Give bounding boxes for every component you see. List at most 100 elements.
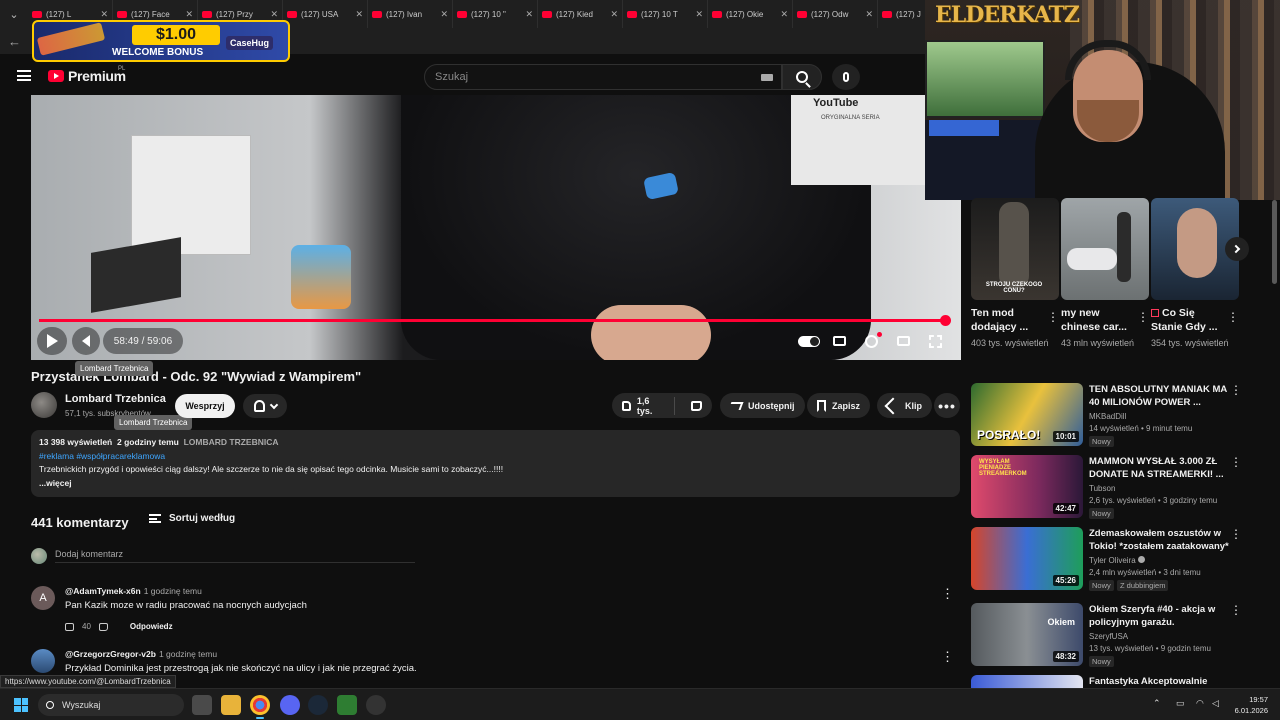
miniplayer-button[interactable]	[891, 329, 915, 353]
video-more-icon[interactable]: ⋮	[1230, 527, 1242, 541]
browser-tab[interactable]: (127) USA ✕	[283, 0, 368, 28]
wifi-icon[interactable]: ◠	[1196, 698, 1204, 709]
tray-chevron-up-icon[interactable]: ⌃	[1153, 698, 1161, 709]
search-button[interactable]	[782, 64, 822, 90]
channel-avatar[interactable]	[31, 392, 57, 418]
file-explorer-icon[interactable]	[221, 695, 241, 715]
browser-tab[interactable]: (127) Ivan ✕	[368, 0, 453, 28]
like-button[interactable]: 1,6 tys.	[612, 393, 668, 418]
thumbs-up-icon[interactable]	[65, 622, 74, 631]
recommended-video[interactable]: Fantastyka Akceptowalnie	[971, 675, 1236, 688]
close-tab-icon[interactable]: ✕	[355, 9, 363, 20]
recommended-video[interactable]: 45:26 Zdemaskowałem oszustów w Tokio! *z…	[971, 527, 1242, 593]
short-thumbnail[interactable]	[1061, 198, 1149, 300]
video-thumbnail[interactable]: WYSYŁAM PIENIĄDZE STREAMERKOM 42:47	[971, 455, 1083, 518]
close-tab-icon[interactable]: ✕	[780, 9, 788, 20]
short-thumbnail[interactable]: STROJU CZEKOGO CONU?	[971, 198, 1059, 300]
video-more-icon[interactable]: ⋮	[1230, 455, 1242, 469]
comment-more-icon[interactable]: ⋮	[941, 649, 954, 665]
video-channel[interactable]: Tyler Oliveira	[1089, 556, 1145, 565]
discord-icon[interactable]	[280, 695, 300, 715]
short-more-icon[interactable]: ⋮	[1137, 310, 1149, 324]
steam-icon[interactable]	[308, 695, 328, 715]
hashtags[interactable]: #reklama #współpracareklamowa	[39, 450, 952, 464]
sort-button[interactable]: Sortuj według	[149, 513, 235, 524]
recommended-video[interactable]: WYSYŁAM PIENIĄDZE STREAMERKOM 42:47 MAMM…	[971, 455, 1242, 521]
reply-button[interactable]: Odpowiedz	[130, 622, 173, 631]
chrome-icon[interactable]	[250, 695, 270, 715]
show-more-link[interactable]: ...więcej	[39, 477, 952, 491]
play-button[interactable]	[37, 327, 67, 355]
video-thumbnail[interactable]: Okiem 48:32	[971, 603, 1083, 666]
obs-icon[interactable]	[366, 695, 386, 715]
network-icon[interactable]: ▭	[1176, 698, 1185, 709]
close-tab-icon[interactable]: ✕	[270, 9, 278, 20]
comment-author[interactable]: @GrzegorzGregor-v2b	[65, 649, 156, 659]
subtitles-button[interactable]	[827, 329, 851, 353]
close-tab-icon[interactable]: ✕	[100, 9, 108, 20]
tab-search-chevron-icon[interactable]: ⌄	[0, 0, 28, 28]
xbox-icon[interactable]	[337, 695, 357, 715]
video-title[interactable]: MAMMON WYSŁAŁ 3.000 ZŁ DONATE NA STREAME…	[1089, 455, 1229, 481]
shorts-next-button[interactable]	[1225, 237, 1249, 261]
taskbar-search[interactable]: Wyszukaj	[38, 694, 184, 716]
video-channel[interactable]: MKBadDill	[1089, 412, 1126, 421]
more-actions-button[interactable]: •••	[934, 393, 960, 418]
dislike-button[interactable]	[681, 393, 712, 418]
comment-more-icon[interactable]: ⋮	[941, 586, 954, 602]
video-thumbnail[interactable]: POSRAŁO! 10:01	[971, 383, 1083, 446]
video-title[interactable]: Fantastyka Akceptowalnie	[1089, 675, 1229, 688]
video-title[interactable]: Zdemaskowałem oszustów w Tokio! *zostałe…	[1089, 527, 1229, 553]
video-more-icon[interactable]: ⋮	[1230, 603, 1242, 617]
video-channel[interactable]: SzeryfUSA	[1089, 632, 1128, 641]
autoplay-toggle[interactable]	[797, 329, 821, 353]
comment-avatar[interactable]: A	[31, 586, 55, 610]
video-more-icon[interactable]: ⋮	[1230, 383, 1242, 397]
task-view-icon[interactable]	[192, 695, 212, 715]
close-tab-icon[interactable]: ✕	[185, 9, 193, 20]
short-item[interactable]: my new chinese car... 43 mln wyświetleń …	[1061, 198, 1149, 348]
support-button[interactable]: Wesprzyj	[175, 394, 235, 418]
channel-name[interactable]: Lombard Trzebnica	[65, 393, 166, 405]
save-button[interactable]: Zapisz	[807, 393, 871, 418]
recommended-video[interactable]: Okiem 48:32 Okiem Szeryfa #40 - akcja w …	[971, 603, 1242, 669]
video-title[interactable]: Okiem Szeryfa #40 - akcja w policyjnym g…	[1089, 603, 1229, 629]
fullscreen-button[interactable]	[923, 329, 947, 353]
close-tab-icon[interactable]: ✕	[610, 9, 618, 20]
youtube-premium-logo[interactable]: Premium	[48, 68, 126, 84]
short-more-icon[interactable]: ⋮	[1047, 310, 1059, 324]
browser-tab[interactable]: (127) Okie ✕	[708, 0, 793, 28]
mute-button[interactable]	[72, 327, 100, 355]
video-thumbnail[interactable]: 45:26	[971, 527, 1083, 590]
share-button[interactable]: Udostępnij	[720, 393, 805, 418]
page-scrollbar[interactable]	[1272, 200, 1277, 284]
settings-button[interactable]	[859, 329, 883, 353]
add-comment-input[interactable]: Dodaj komentarz	[55, 549, 415, 563]
browser-tab[interactable]: (127) Kied ✕	[538, 0, 623, 28]
notifications-button[interactable]	[243, 394, 287, 418]
close-tab-icon[interactable]: ✕	[525, 9, 533, 20]
volume-icon[interactable]: ◁	[1212, 698, 1219, 709]
search-input[interactable]: Szukaj	[424, 64, 782, 90]
close-tab-icon[interactable]: ✕	[440, 9, 448, 20]
clip-button[interactable]: Klip	[877, 393, 932, 418]
thumbs-down-icon[interactable]	[98, 622, 108, 631]
short-title[interactable]: Ten mod dodający ...	[971, 306, 1041, 334]
browser-tab[interactable]: (127) 10 " ✕	[453, 0, 538, 28]
description-box[interactable]: 13 398 wyświetleń 2 godziny temu LOMBARD…	[31, 430, 960, 497]
windows-start-icon[interactable]	[14, 698, 28, 712]
back-arrow-icon[interactable]: ←	[8, 34, 21, 49]
short-item[interactable]: STROJU CZEKOGO CONU? Ten mod dodający ..…	[971, 198, 1059, 348]
comment-avatar[interactable]	[31, 649, 55, 673]
browser-tab[interactable]: (127) Odw ✕	[793, 0, 878, 28]
comment-author[interactable]: @AdamTymek-x6n	[65, 586, 141, 596]
close-tab-icon[interactable]: ✕	[695, 9, 703, 20]
progress-bar[interactable]	[39, 315, 952, 326]
taskbar-clock[interactable]: 19:57 6.01.2026	[1226, 694, 1268, 716]
short-title[interactable]: Co Się Stanie Gdy ...	[1151, 306, 1221, 334]
video-thumbnail[interactable]	[971, 675, 1083, 688]
short-more-icon[interactable]: ⋮	[1227, 310, 1239, 324]
video-channel[interactable]: Tubson	[1089, 484, 1115, 493]
voice-search-button[interactable]	[832, 64, 860, 90]
recommended-video[interactable]: POSRAŁO! 10:01 TEN ABSOLUTNY MANIAK MA 4…	[971, 383, 1242, 449]
